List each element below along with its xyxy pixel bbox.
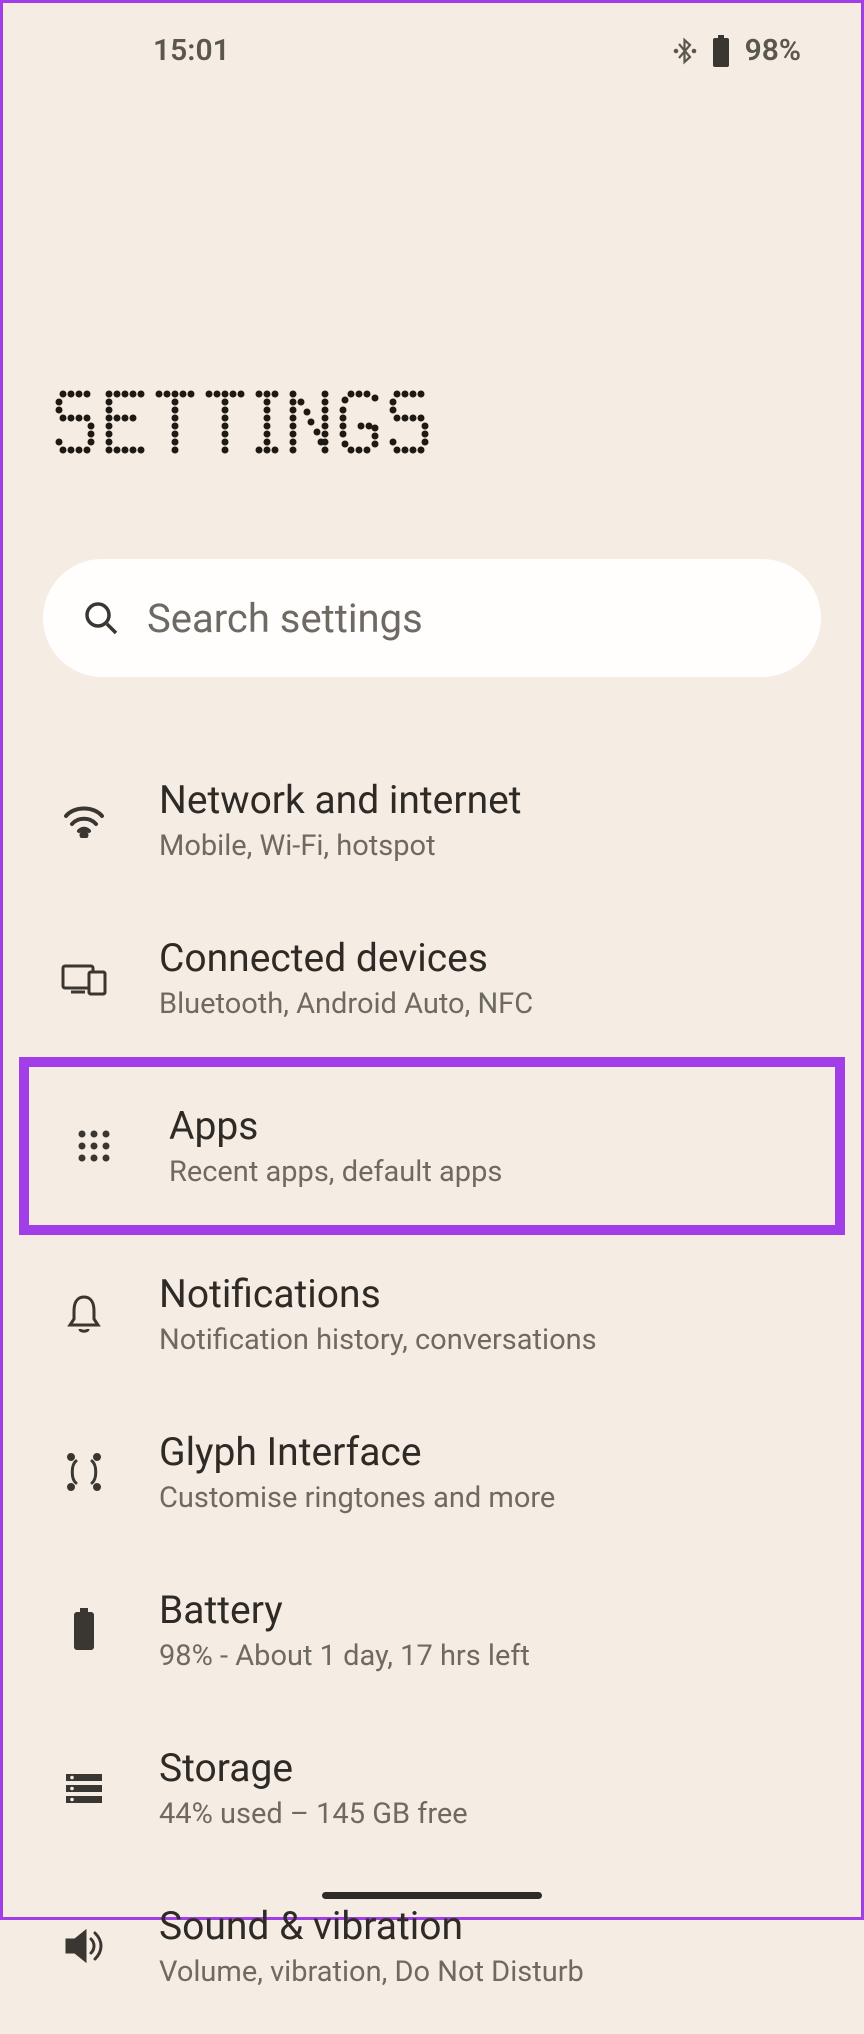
storage-icon <box>59 1763 109 1813</box>
apps-grid-icon <box>69 1121 119 1171</box>
item-subtitle: Volume, vibration, Do Not Disturb <box>159 1955 831 1989</box>
item-text: Network and internet Mobile, Wi-Fi, hots… <box>159 777 831 863</box>
item-title: Storage <box>159 1745 831 1791</box>
settings-item-glyph[interactable]: Glyph Interface Customise ringtones and … <box>3 1393 861 1551</box>
item-text: Glyph Interface Customise ringtones and … <box>159 1429 831 1515</box>
settings-item-sound[interactable]: Sound & vibration Volume, vibration, Do … <box>3 1867 861 2025</box>
item-text: Battery 98% - About 1 day, 17 hrs left <box>159 1587 831 1673</box>
status-right: 98% <box>673 33 801 68</box>
item-text: Storage 44% used – 145 GB free <box>159 1745 831 1831</box>
page-title <box>3 68 861 484</box>
item-title: Network and internet <box>159 777 831 823</box>
search-bar[interactable]: Search settings <box>43 559 821 677</box>
settings-item-apps[interactable]: Apps Recent apps, default apps <box>19 1057 845 1235</box>
item-title: Glyph Interface <box>159 1429 831 1475</box>
navigation-handle[interactable] <box>322 1892 542 1899</box>
item-subtitle: 44% used – 145 GB free <box>159 1797 831 1831</box>
glyph-icon <box>59 1447 109 1497</box>
item-text: Notifications Notification history, conv… <box>159 1271 831 1357</box>
search-placeholder: Search settings <box>147 595 423 642</box>
item-title: Battery <box>159 1587 831 1633</box>
item-subtitle: Notification history, conversations <box>159 1323 831 1357</box>
item-text: Connected devices Bluetooth, Android Aut… <box>159 935 831 1021</box>
status-time: 15:01 <box>153 33 230 68</box>
bell-icon <box>59 1289 109 1339</box>
bluetooth-icon <box>673 36 697 66</box>
item-subtitle: 98% - About 1 day, 17 hrs left <box>159 1639 831 1673</box>
item-title: Apps <box>169 1103 805 1149</box>
item-title: Sound & vibration <box>159 1903 831 1949</box>
settings-item-connected[interactable]: Connected devices Bluetooth, Android Aut… <box>3 899 861 1057</box>
battery-icon <box>711 35 731 67</box>
settings-item-battery[interactable]: Battery 98% - About 1 day, 17 hrs left <box>3 1551 861 1709</box>
status-bar: 15:01 98% <box>3 3 861 68</box>
settings-item-notifications[interactable]: Notifications Notification history, conv… <box>3 1235 861 1393</box>
item-subtitle: Mobile, Wi-Fi, hotspot <box>159 829 831 863</box>
item-subtitle: Customise ringtones and more <box>159 1481 831 1515</box>
item-text: Apps Recent apps, default apps <box>169 1103 805 1189</box>
item-text: Sound & vibration Volume, vibration, Do … <box>159 1903 831 1989</box>
settings-list: Network and internet Mobile, Wi-Fi, hots… <box>3 727 861 2034</box>
speaker-icon <box>59 1921 109 1971</box>
battery-percent: 98% <box>745 33 801 68</box>
item-title: Connected devices <box>159 935 831 981</box>
item-title: Notifications <box>159 1271 831 1317</box>
battery-icon <box>59 1605 109 1655</box>
wifi-icon <box>59 795 109 845</box>
devices-icon <box>59 953 109 1003</box>
item-subtitle: Bluetooth, Android Auto, NFC <box>159 987 831 1021</box>
settings-item-network[interactable]: Network and internet Mobile, Wi-Fi, hots… <box>3 741 861 899</box>
item-subtitle: Recent apps, default apps <box>169 1155 805 1189</box>
settings-item-storage[interactable]: Storage 44% used – 145 GB free <box>3 1709 861 1867</box>
search-icon <box>83 600 119 636</box>
